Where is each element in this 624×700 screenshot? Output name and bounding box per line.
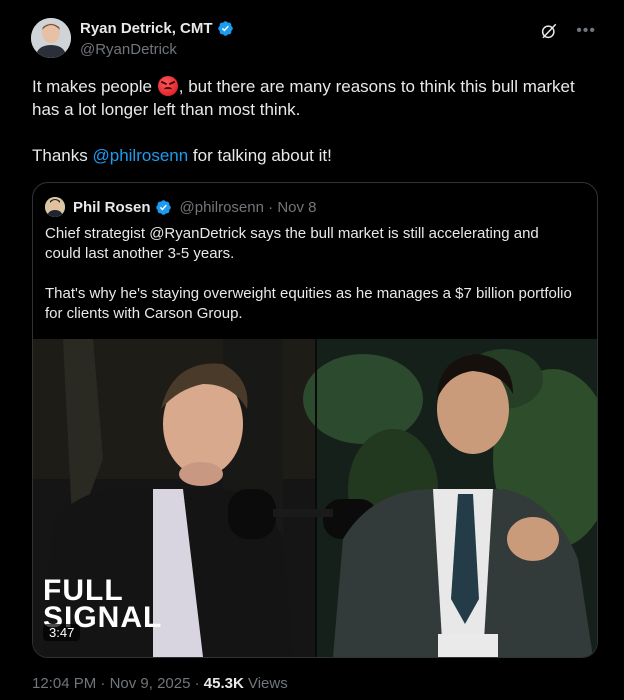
views-label: Views <box>243 675 288 692</box>
post-time[interactable]: 12:04 PM <box>32 675 96 692</box>
quoted-author-avatar <box>45 197 65 217</box>
meta-separator: · <box>96 675 110 692</box>
quoted-date: Nov 8 <box>277 198 317 216</box>
thanks-prefix: Thanks <box>32 146 93 165</box>
angry-face-emoji-icon <box>157 76 178 96</box>
post-text-start: It makes people <box>32 77 157 96</box>
quoted-paragraph-1: Chief strategist @RyanDetrick says the b… <box>45 225 539 262</box>
meta-separator: · <box>268 198 274 216</box>
views-count: 45.3K <box>203 675 244 692</box>
mention-link[interactable]: @philrosenn <box>92 146 188 165</box>
quoted-post[interactable]: Phil Rosen @philrosenn · Nov 8 Chief str… <box>32 182 598 658</box>
verified-badge-icon <box>217 21 233 36</box>
video-duration-badge: 3:47 <box>43 624 81 641</box>
video-player[interactable]: FULL SIGNAL 3:47 <box>33 339 597 657</box>
quoted-text: Chief strategist @RyanDetrick says the b… <box>45 224 575 344</box>
tweet: Ryan Detrick, CMT @RyanDetrick ••• It ma… <box>0 0 624 700</box>
quoted-paragraph-2: That's why he's staying overweight equit… <box>45 285 572 322</box>
author-avatar[interactable] <box>31 18 71 58</box>
verified-badge-icon <box>155 199 171 215</box>
post-date[interactable]: Nov 9, 2025 <box>110 675 191 692</box>
quoted-display-name: Phil Rosen <box>73 198 151 216</box>
author-display-name[interactable]: Ryan Detrick, CMT <box>80 20 213 37</box>
thanks-suffix: for talking about it! <box>188 146 332 165</box>
full-signal-logo: FULL SIGNAL <box>43 576 162 633</box>
meta-separator: · <box>190 675 204 692</box>
post-metadata: 12:04 PM · Nov 9, 2025 · 45.3K Views <box>32 675 288 692</box>
grok-icon[interactable] <box>540 22 558 40</box>
more-options-icon[interactable]: ••• <box>576 22 596 40</box>
quoted-handle: @philrosenn <box>179 198 264 216</box>
author-handle[interactable]: @RyanDetrick <box>80 41 177 58</box>
post-body: It makes people , but there are many rea… <box>32 75 602 190</box>
